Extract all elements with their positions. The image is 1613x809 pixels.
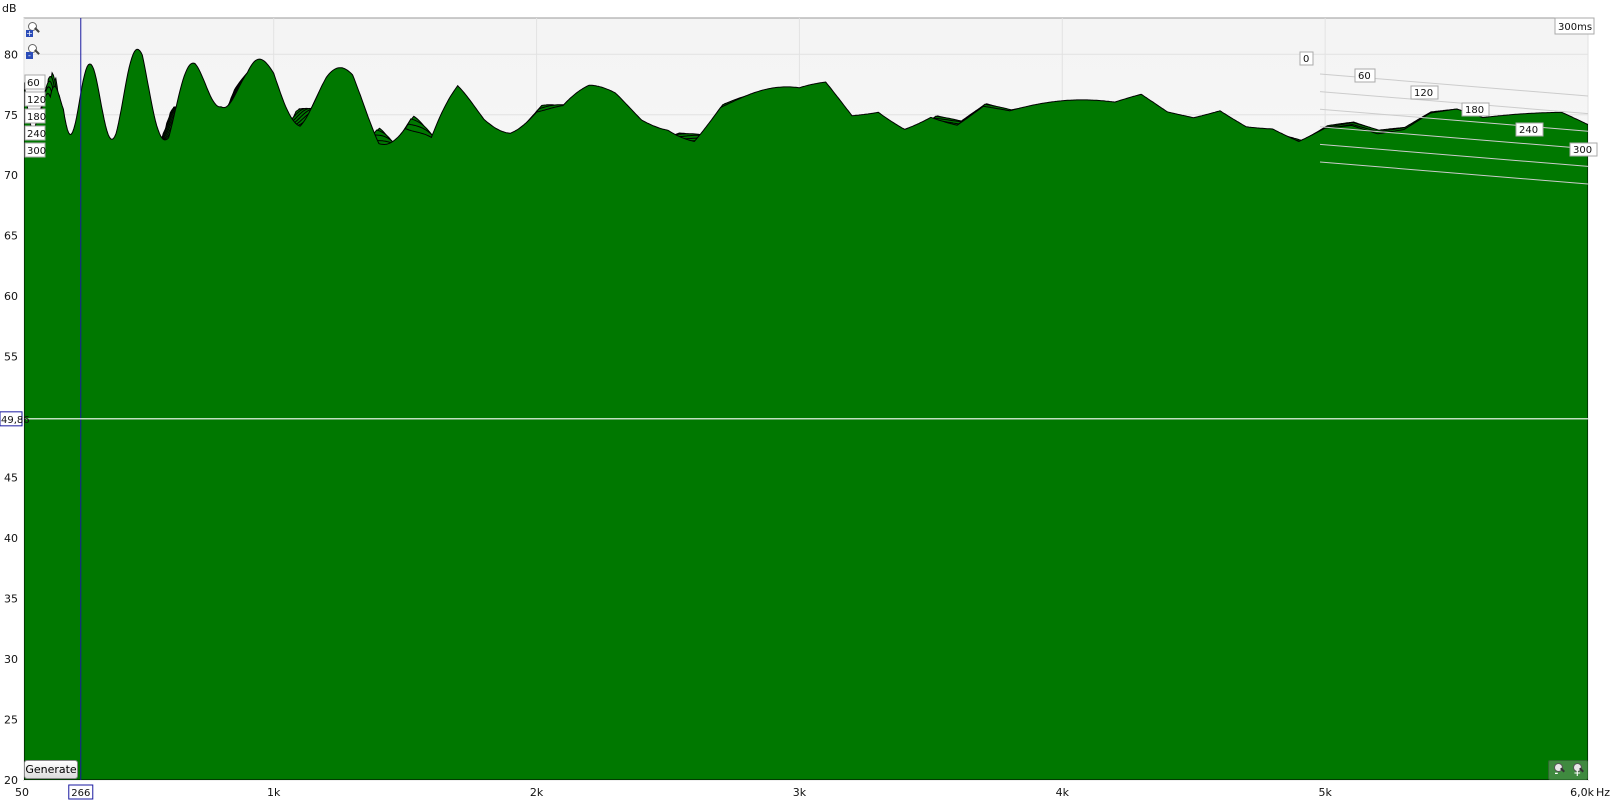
zoom-in-x-icon[interactable]: + <box>1572 763 1584 779</box>
y-tick-label: 30 <box>4 653 18 666</box>
y-tick-label: 25 <box>4 714 18 727</box>
y-tick-label: 60 <box>4 290 18 303</box>
generate-button[interactable]: Generate <box>24 760 78 779</box>
x-tick-label: 5k <box>1318 786 1332 799</box>
time-unit-label: 300ms <box>1558 22 1592 33</box>
time-legend-label: 120 <box>27 95 46 106</box>
waterfall-slices <box>24 48 1588 780</box>
y-tick-label: 40 <box>4 532 18 545</box>
y-tick-label: 75 <box>4 109 18 122</box>
zoom-tools: - + <box>1548 760 1588 780</box>
waterfall-chart: 20253035404550556065707580 501k2k3k4k5k6… <box>0 0 1613 809</box>
zoom-in-y-icon[interactable]: + <box>25 20 41 38</box>
y-tick-label: 35 <box>4 593 18 606</box>
x-tick-label: 6,0k <box>1570 786 1594 799</box>
time-label: 240 <box>1519 125 1538 136</box>
x-tick-label: 3k <box>793 786 807 799</box>
zoom-out-y-icon[interactable]: - <box>25 42 41 60</box>
y-tick-label: 70 <box>4 169 18 182</box>
time-legend-label: 240 <box>27 129 46 140</box>
time-label: 0 <box>1303 54 1309 65</box>
y-tick-label: 65 <box>4 230 18 243</box>
time-label: 180 <box>1465 105 1484 116</box>
x-tick-label: 4k <box>1056 786 1070 799</box>
time-legend: 60 120 180 240 300 <box>24 74 46 158</box>
x-unit-label: Hz <box>1596 786 1610 799</box>
waterfall-slice <box>24 48 1588 780</box>
time-label: 300 <box>1573 145 1592 156</box>
y-tick-label: 80 <box>4 48 18 61</box>
time-legend-label: 300 <box>27 146 46 157</box>
cursor-y-label: 49,86 <box>1 415 30 426</box>
time-legend-label: 60 <box>27 78 40 89</box>
time-legend-label: 180 <box>27 112 46 123</box>
y-unit-label: dB <box>2 2 17 15</box>
time-label: 60 <box>1358 71 1371 82</box>
zoom-out-x-icon[interactable]: - <box>1553 763 1565 779</box>
cursor-x-label: 266 <box>71 788 90 799</box>
time-label: 120 <box>1414 88 1433 99</box>
x-tick-label: 50 <box>15 786 29 799</box>
x-tick-label: 1k <box>267 786 281 799</box>
y-tick-label: 45 <box>4 472 18 485</box>
x-tick-label: 2k <box>530 786 544 799</box>
y-tick-label: 55 <box>4 351 18 364</box>
